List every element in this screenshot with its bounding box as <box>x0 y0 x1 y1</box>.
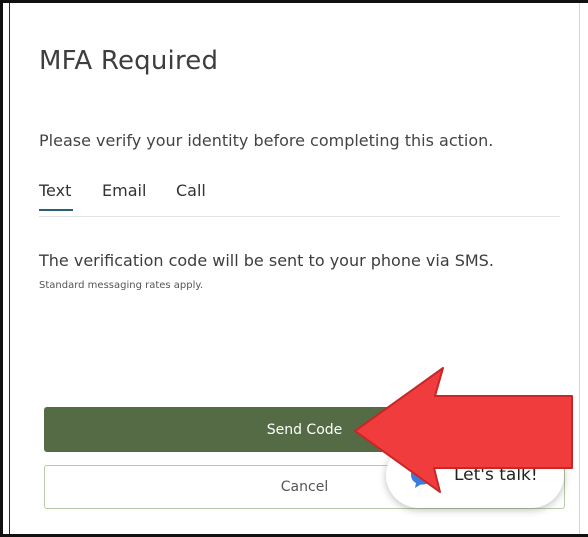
left-border-line <box>9 3 10 534</box>
dialog-prompt: Please verify your identity before compl… <box>39 131 494 150</box>
active-tab-indicator <box>39 209 73 211</box>
right-border-line <box>579 3 580 534</box>
rates-note: Standard messaging rates apply. <box>39 280 204 291</box>
chat-widget[interactable]: Let's talk! <box>386 442 564 508</box>
dialog-title: MFA Required <box>39 46 219 76</box>
tab-email[interactable]: Email <box>102 181 146 208</box>
chat-bubble-icon <box>411 465 433 488</box>
tab-text[interactable]: Text <box>39 181 71 208</box>
chat-label: Let's talk! <box>454 465 538 485</box>
tabs-divider <box>39 216 560 217</box>
delivery-description: The verification code will be sent to yo… <box>39 251 494 270</box>
tab-call[interactable]: Call <box>176 181 206 208</box>
